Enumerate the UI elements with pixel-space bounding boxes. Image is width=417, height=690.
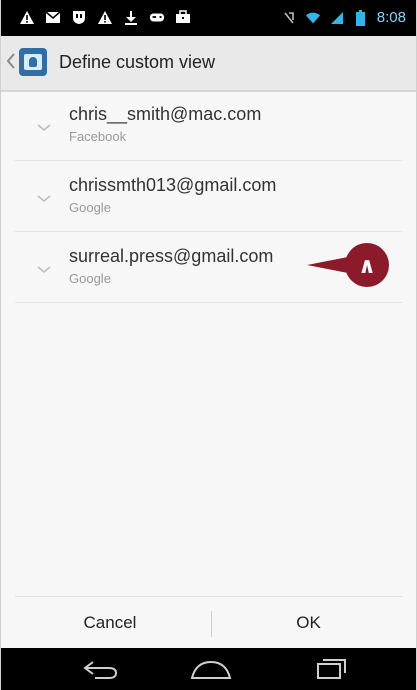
wifi-icon bbox=[305, 10, 321, 26]
account-item[interactable]: chris__smith@mac.com Facebook bbox=[15, 90, 402, 161]
step-callout: ∧ bbox=[305, 240, 391, 290]
dialog-button-bar: Cancel OK bbox=[15, 596, 402, 649]
chevron-down-icon[interactable] bbox=[35, 261, 53, 274]
notification-icons bbox=[19, 9, 191, 25]
account-email: chrissmth013@gmail.com bbox=[69, 175, 277, 195]
account-type: Google bbox=[69, 271, 111, 286]
clock: 8:08 bbox=[376, 9, 406, 26]
mail-icon bbox=[45, 9, 61, 25]
page-title: Define custom view bbox=[59, 52, 216, 72]
status-bar: 8:08 bbox=[1, 0, 416, 36]
home-icon[interactable] bbox=[181, 655, 241, 683]
callout-label: ∧ bbox=[358, 254, 376, 279]
back-icon[interactable] bbox=[71, 655, 131, 683]
action-bar: Define custom view bbox=[1, 36, 416, 92]
battery-icon bbox=[353, 9, 369, 26]
account-type: Google bbox=[69, 200, 111, 215]
contacts-app-icon[interactable] bbox=[19, 48, 47, 76]
account-email: chris__smith@mac.com bbox=[69, 104, 262, 124]
navigation-bar bbox=[1, 648, 416, 690]
account-email: surreal.press@gmail.com bbox=[69, 246, 274, 266]
button-divider bbox=[211, 611, 212, 637]
cancel-button[interactable]: Cancel bbox=[15, 597, 205, 649]
warning-icon bbox=[97, 9, 113, 25]
gamepad-icon bbox=[149, 9, 165, 25]
account-item[interactable]: chrissmth013@gmail.com Google bbox=[15, 161, 402, 232]
signal-icon bbox=[329, 10, 345, 26]
phone-screen: 8:08 Define custom view chris__smith@mac… bbox=[0, 0, 417, 690]
warning-icon bbox=[19, 9, 35, 25]
ok-button[interactable]: OK bbox=[215, 597, 402, 649]
recents-icon[interactable] bbox=[301, 655, 361, 683]
account-type: Facebook bbox=[69, 129, 127, 144]
chevron-down-icon[interactable] bbox=[35, 119, 53, 132]
briefcase-icon bbox=[175, 9, 191, 25]
no-sim-icon bbox=[281, 10, 297, 26]
system-status-icons: 8:08 bbox=[281, 9, 406, 26]
download-icon bbox=[123, 9, 139, 25]
chevron-down-icon[interactable] bbox=[35, 190, 53, 203]
up-caret-icon[interactable] bbox=[6, 53, 15, 74]
shield-icon bbox=[71, 9, 87, 25]
